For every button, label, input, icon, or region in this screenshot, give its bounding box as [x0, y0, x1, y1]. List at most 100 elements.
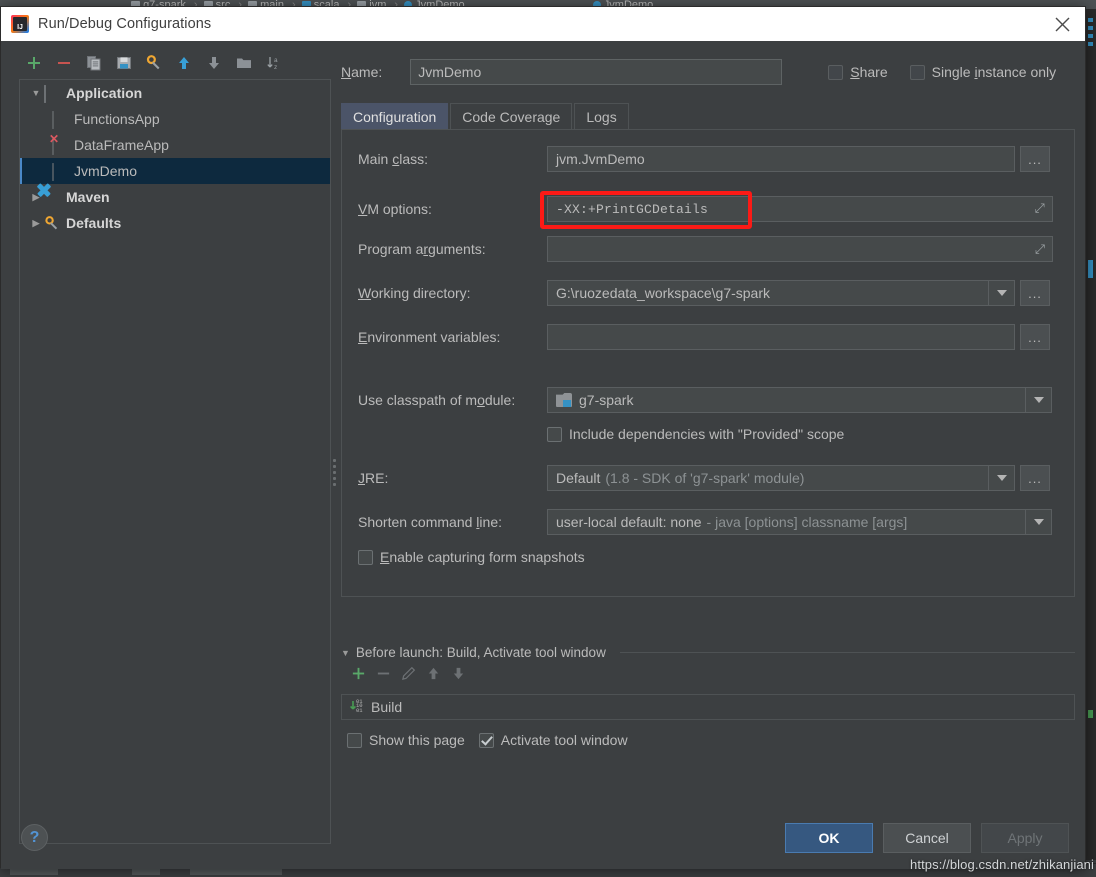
- chevron-down-icon[interactable]: [988, 466, 1014, 490]
- expand-editor-icon[interactable]: ⤢: [1035, 243, 1045, 256]
- application-icon: [52, 162, 69, 181]
- tree-node-label: Application: [66, 85, 143, 101]
- pane-splitter-handle[interactable]: [331, 456, 338, 488]
- include-provided-row: Include dependencies with "Provided" sco…: [342, 426, 1074, 442]
- wrench-icon[interactable]: [139, 50, 169, 76]
- tree-node-functionsapp[interactable]: FunctionsApp: [20, 106, 330, 132]
- before-launch-move-down-button[interactable]: [451, 666, 466, 686]
- program-arguments-row: Program arguments: ⤢: [342, 236, 1074, 262]
- dialog-body: a z ▼ Application FunctionsApp ✕ DataFra…: [1, 41, 1085, 869]
- shorten-command-line-row: Shorten command line: user-local default…: [342, 509, 1074, 535]
- main-class-input[interactable]: jvm.JvmDemo: [547, 146, 1015, 172]
- checkbox-box: [347, 732, 362, 748]
- defaults-wrench-icon: [44, 215, 61, 231]
- name-label: Name:: [341, 64, 383, 80]
- environment-variables-browse-button[interactable]: ...: [1020, 324, 1050, 350]
- chevron-down-icon[interactable]: [1025, 510, 1051, 534]
- include-provided-label: Include dependencies with "Provided" sco…: [569, 426, 845, 442]
- jre-label: JRE:: [358, 470, 389, 486]
- before-launch-title: Before launch: Build, Activate tool wind…: [355, 645, 606, 660]
- working-directory-label: Working directory:: [358, 285, 471, 301]
- classpath-module-label: Use classpath of module:: [358, 392, 516, 408]
- sort-alpha-icon[interactable]: a z: [259, 50, 289, 76]
- before-launch-move-up-button[interactable]: [426, 666, 441, 686]
- include-provided-checkbox[interactable]: Include dependencies with "Provided" sco…: [547, 426, 844, 442]
- chevron-down-icon[interactable]: [988, 281, 1014, 305]
- cancel-button[interactable]: Cancel: [883, 823, 971, 853]
- expand-editor-icon[interactable]: ⤢: [1034, 203, 1045, 216]
- main-class-label: Main class:: [358, 151, 429, 167]
- tab-configuration[interactable]: Configuration: [341, 103, 449, 129]
- activate-tool-window-checkbox[interactable]: Activate tool window: [478, 732, 628, 748]
- share-checkbox[interactable]: Share: [828, 64, 888, 80]
- folder-icon[interactable]: [229, 50, 259, 76]
- configuration-panel: Main class: jvm.JvmDemo ... VM options: …: [341, 129, 1075, 597]
- single-instance-only-checkbox[interactable]: Single instance only: [909, 64, 1056, 80]
- before-launch-header[interactable]: ▼ Before launch: Build, Activate tool wi…: [341, 645, 1075, 660]
- separator-line: [619, 652, 1075, 653]
- maven-icon: [44, 190, 61, 205]
- dialog-title: Run/Debug Configurations: [38, 16, 212, 32]
- program-arguments-input[interactable]: ⤢: [547, 236, 1053, 262]
- tree-node-label: Maven: [66, 189, 110, 205]
- arrow-down-icon[interactable]: [199, 50, 229, 76]
- configurations-tree-pane: a z ▼ Application FunctionsApp ✕ DataFra…: [13, 49, 331, 844]
- environment-variables-row: Environment variables: ...: [342, 324, 1074, 350]
- tree-node-jvmdemo[interactable]: JvmDemo: [20, 158, 330, 184]
- vm-options-row: VM options: -XX:+PrintGCDetails ⤢: [342, 196, 1074, 222]
- tree-node-label: FunctionsApp: [74, 111, 160, 127]
- shorten-command-line-combo[interactable]: user-local default: none - java [options…: [547, 509, 1052, 535]
- environment-variables-label: Environment variables:: [358, 329, 501, 345]
- pencil-icon[interactable]: [401, 666, 416, 686]
- working-directory-input[interactable]: G:\ruozedata_workspace\g7-spark: [547, 280, 1015, 306]
- form-snapshots-checkbox[interactable]: Enable capturing form snapshots: [342, 549, 585, 565]
- close-icon[interactable]: [1039, 7, 1085, 41]
- copy-icon[interactable]: [79, 50, 109, 76]
- chevron-down-icon[interactable]: ▼: [28, 88, 44, 98]
- add-configuration-button[interactable]: [19, 50, 49, 76]
- checkbox-box: [828, 64, 844, 80]
- application-icon: [52, 110, 69, 129]
- share-label: Share: [850, 64, 888, 80]
- classpath-module-row: Use classpath of module: g7-spark: [342, 387, 1074, 413]
- application-icon: ✕: [49, 133, 69, 155]
- before-launch-remove-button[interactable]: [376, 666, 391, 686]
- before-launch-add-button[interactable]: [351, 666, 366, 686]
- help-button[interactable]: ?: [21, 824, 48, 851]
- apply-button[interactable]: Apply: [981, 823, 1069, 853]
- name-input[interactable]: JvmDemo: [410, 59, 783, 85]
- classpath-module-combo[interactable]: g7-spark: [547, 387, 1052, 413]
- svg-text:z: z: [274, 64, 277, 71]
- save-icon[interactable]: [109, 50, 139, 76]
- chevron-down-icon[interactable]: [1025, 388, 1051, 412]
- jre-browse-button[interactable]: ...: [1020, 465, 1050, 491]
- jre-row: JRE: Default (1.8 - SDK of 'g7-spark' mo…: [342, 465, 1074, 491]
- jre-combo[interactable]: Default (1.8 - SDK of 'g7-spark' module): [547, 465, 1015, 491]
- tab-code-coverage[interactable]: Code Coverage: [450, 103, 573, 129]
- before-launch-task-row[interactable]: 01 10 01 Build: [341, 694, 1075, 720]
- tree-node-maven[interactable]: ▶ Maven: [20, 184, 330, 210]
- tree-node-dataframeapp[interactable]: ✕ DataFrameApp: [20, 132, 330, 158]
- tree-node-application[interactable]: ▼ Application: [20, 80, 330, 106]
- working-directory-browse-button[interactable]: ...: [1020, 280, 1050, 306]
- tree-node-defaults[interactable]: ▶ Defaults: [20, 210, 330, 236]
- run-debug-configurations-dialog: IJ Run/Debug Configurations a z ▼ Applic…: [0, 6, 1086, 869]
- ok-button[interactable]: OK: [785, 823, 873, 853]
- main-class-browse-button[interactable]: ...: [1020, 146, 1050, 172]
- checkbox-box: [909, 64, 925, 80]
- tree-node-label: Defaults: [66, 215, 122, 231]
- chevron-down-icon[interactable]: ▼: [341, 648, 350, 658]
- watermark-text: https://blog.csdn.net/zhikanjiani: [910, 857, 1094, 872]
- before-launch-toolbar: [341, 666, 1075, 686]
- remove-configuration-button[interactable]: [49, 50, 79, 76]
- vm-options-input[interactable]: -XX:+PrintGCDetails ⤢: [547, 196, 1053, 222]
- jre-value: Default: [556, 470, 601, 486]
- tab-logs[interactable]: Logs: [574, 103, 629, 129]
- environment-variables-input[interactable]: [547, 324, 1015, 350]
- arrow-up-icon[interactable]: [169, 50, 199, 76]
- working-directory-value: G:\ruozedata_workspace\g7-spark: [556, 285, 770, 301]
- show-this-page-checkbox[interactable]: Show this page: [347, 732, 465, 748]
- svg-text:a: a: [274, 57, 278, 64]
- configurations-tree[interactable]: ▼ Application FunctionsApp ✕ DataFrameAp…: [19, 79, 331, 844]
- chevron-right-icon[interactable]: ▶: [28, 218, 44, 229]
